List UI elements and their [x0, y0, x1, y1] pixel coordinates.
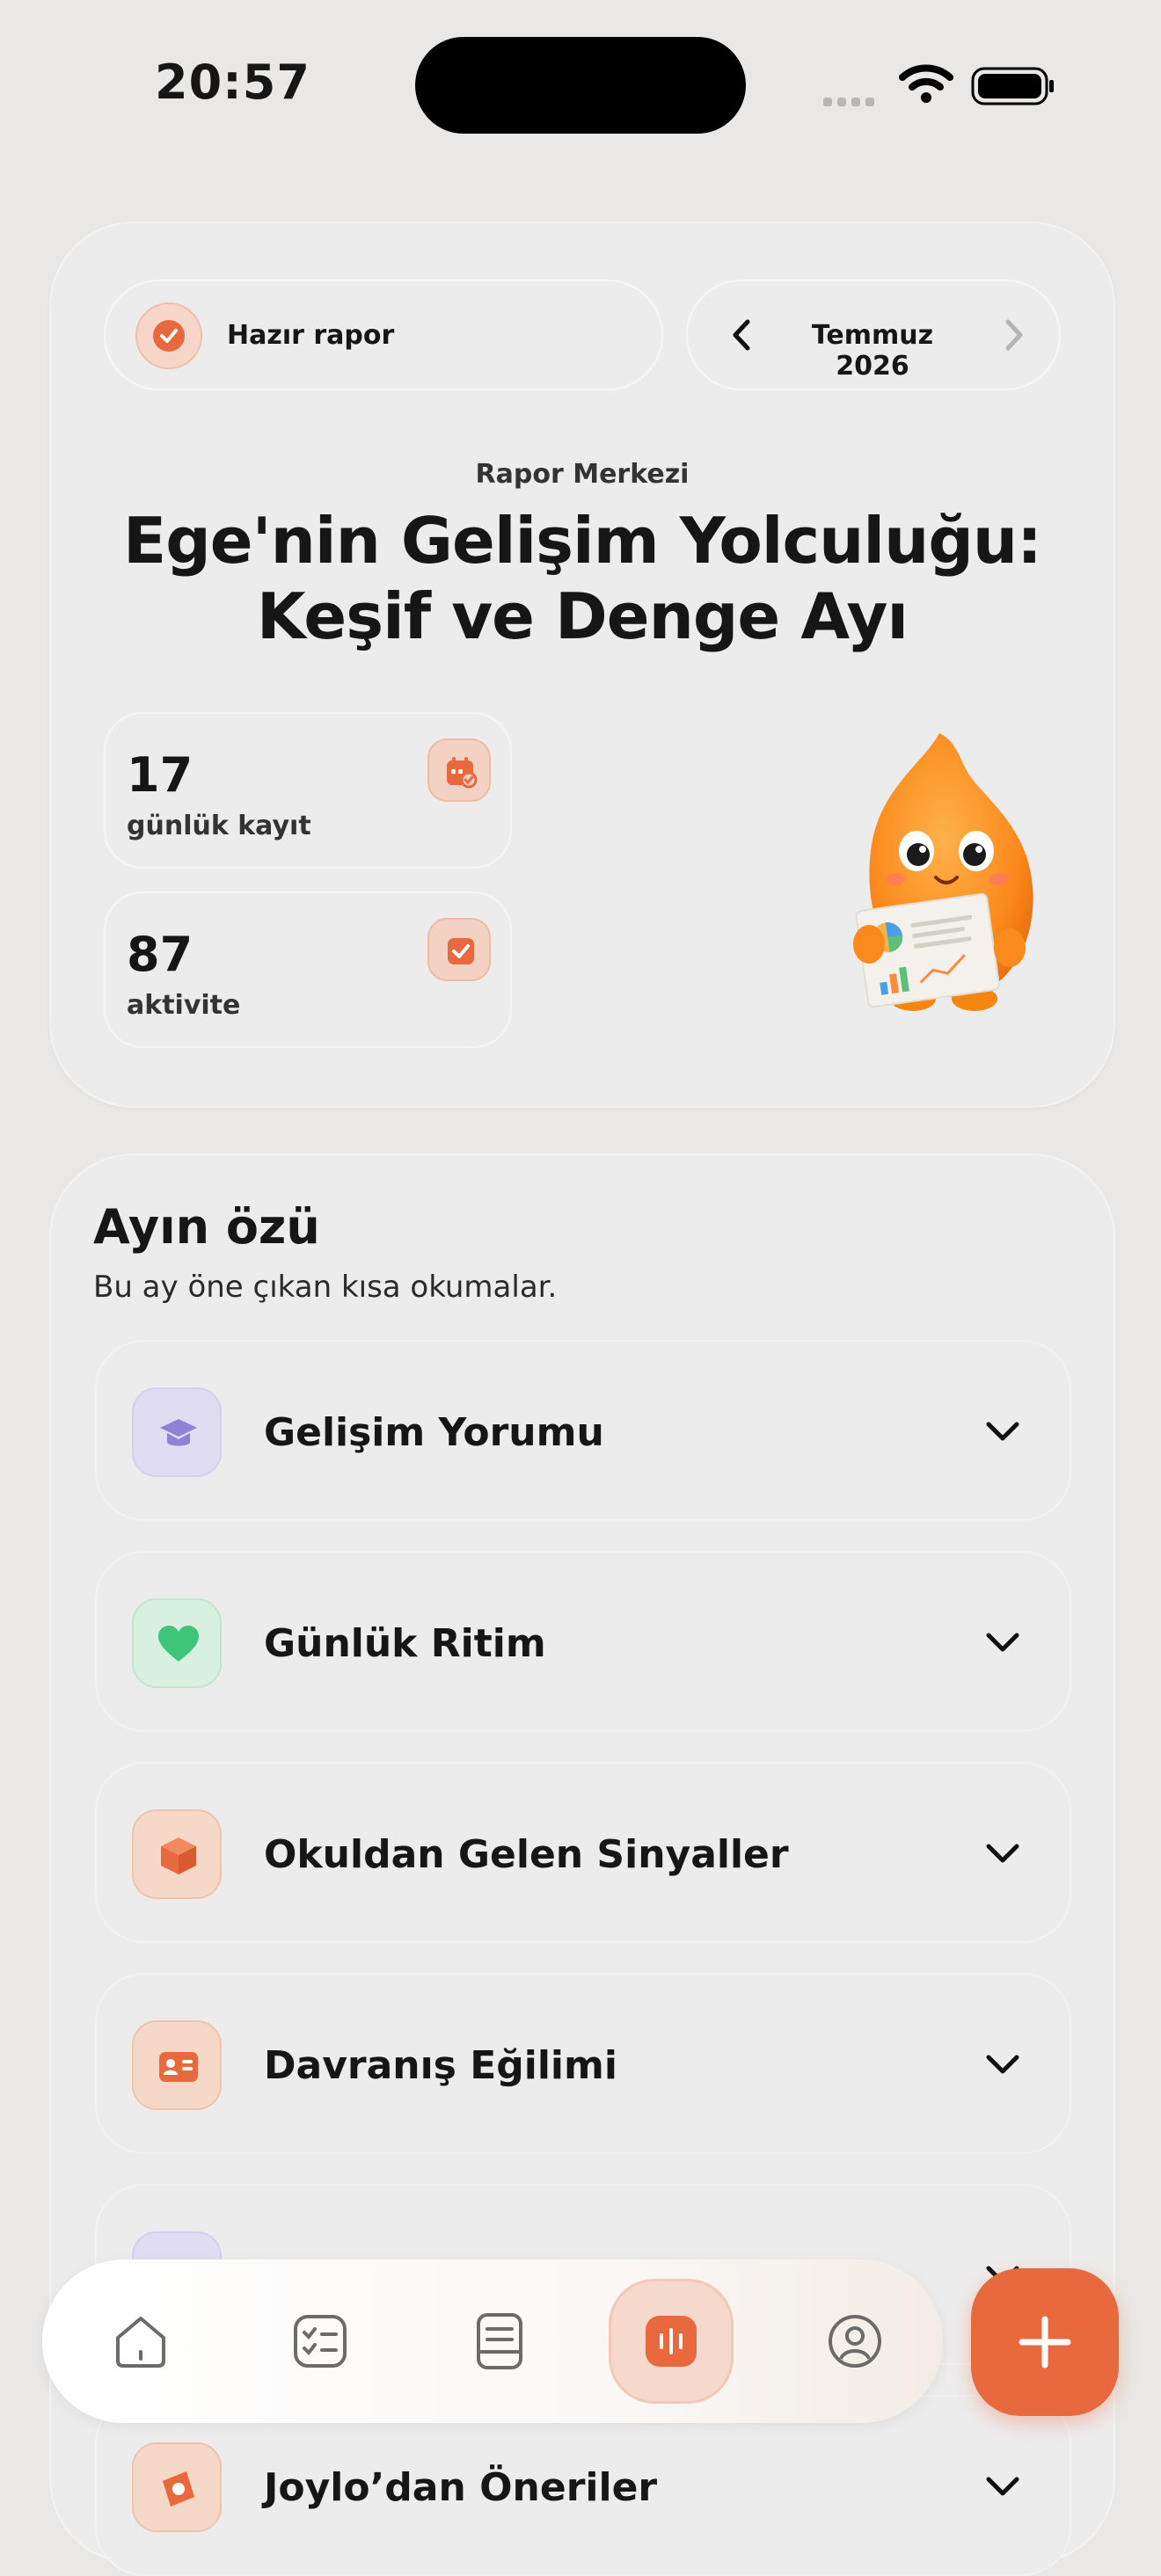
- accordion-label: Joylo’dan Öneriler: [264, 2465, 658, 2510]
- accordion-label: Gelişim Yorumu: [264, 1410, 604, 1455]
- daily-records-stat: 17 günlük kayıt: [104, 712, 512, 869]
- battery-icon: [971, 67, 1054, 106]
- accordion-daily-rhythm[interactable]: Günlük Ritim: [95, 1551, 1071, 1732]
- stat-value: 17: [127, 747, 194, 803]
- compass-icon: [132, 2442, 222, 2532]
- plus-icon: [1019, 2316, 1071, 2369]
- id-card-icon: [132, 2020, 222, 2110]
- status-time: 20:57: [155, 55, 310, 110]
- reports-tab-active[interactable]: [609, 2279, 734, 2404]
- stat-label: aktivite: [127, 990, 241, 1021]
- bottom-tab-bar: [42, 2259, 943, 2423]
- mascot-illustration: [853, 733, 1033, 1011]
- chevron-down-icon: [986, 1633, 1019, 1652]
- dynamic-island: [415, 37, 746, 134]
- activities-stat: 87 aktivite: [104, 891, 512, 1048]
- title-line-1: Ege'nin Gelişim Yolculuğu:: [123, 504, 1042, 578]
- calendar-icon: [427, 739, 491, 802]
- title-line-2: Keşif ve Denge Ayı: [256, 579, 909, 653]
- ready-report-chip[interactable]: Hazır rapor: [104, 280, 663, 390]
- accordion-school-signals[interactable]: Okuldan Gelen Sinyaller: [95, 1762, 1071, 1943]
- chevron-down-icon: [986, 1422, 1019, 1441]
- graduation-cap-icon: [132, 1387, 222, 1477]
- ready-report-label: Hazır rapor: [227, 320, 395, 351]
- month-selector: Temmuz 2026: [686, 280, 1061, 390]
- check-icon: [135, 302, 202, 369]
- report-hero-card: Hazır rapor Temmuz 2026 Rapor Merkezi Eg…: [49, 222, 1115, 1108]
- wifi-icon: [899, 64, 953, 103]
- chevron-right-icon[interactable]: [996, 315, 1031, 355]
- status-indicators: [820, 63, 1057, 107]
- month-label: Temmuz 2026: [811, 320, 934, 382]
- stat-value: 87: [127, 927, 194, 982]
- report-center-eyebrow: Rapor Merkezi: [475, 459, 690, 490]
- box-icon: [132, 1809, 222, 1899]
- add-button[interactable]: [971, 2268, 1119, 2416]
- checkbox-icon: [427, 918, 491, 981]
- profile-icon[interactable]: [821, 2308, 888, 2375]
- journal-icon[interactable]: [466, 2308, 533, 2375]
- reports-icon: [646, 2316, 697, 2367]
- page-title: Ege'nin Gelişim Yolculuğu: Keşif ve Deng…: [86, 503, 1078, 654]
- chevron-down-icon: [986, 1844, 1019, 1863]
- chevron-down-icon: [986, 2055, 1019, 2074]
- accordion-behavior-trend[interactable]: Davranış Eğilimi: [95, 1973, 1071, 2154]
- signal-icon: [823, 93, 880, 110]
- checklist-icon[interactable]: [287, 2308, 354, 2375]
- section-title: Ayın özü: [93, 1199, 320, 1255]
- accordion-development-comment[interactable]: Gelişim Yorumu: [95, 1340, 1071, 1521]
- stat-label: günlük kayıt: [127, 811, 311, 841]
- accordion-label: Davranış Eğilimi: [264, 2043, 617, 2088]
- section-subtitle: Bu ay öne çıkan kısa okumalar.: [93, 1270, 558, 1305]
- home-icon[interactable]: [107, 2308, 174, 2375]
- accordion-label: Günlük Ritim: [264, 1621, 546, 1666]
- chevron-left-icon[interactable]: [725, 315, 760, 355]
- accordion-label: Okuldan Gelen Sinyaller: [264, 1832, 789, 1877]
- chevron-down-icon: [986, 2477, 1019, 2496]
- heart-icon: [132, 1598, 222, 1688]
